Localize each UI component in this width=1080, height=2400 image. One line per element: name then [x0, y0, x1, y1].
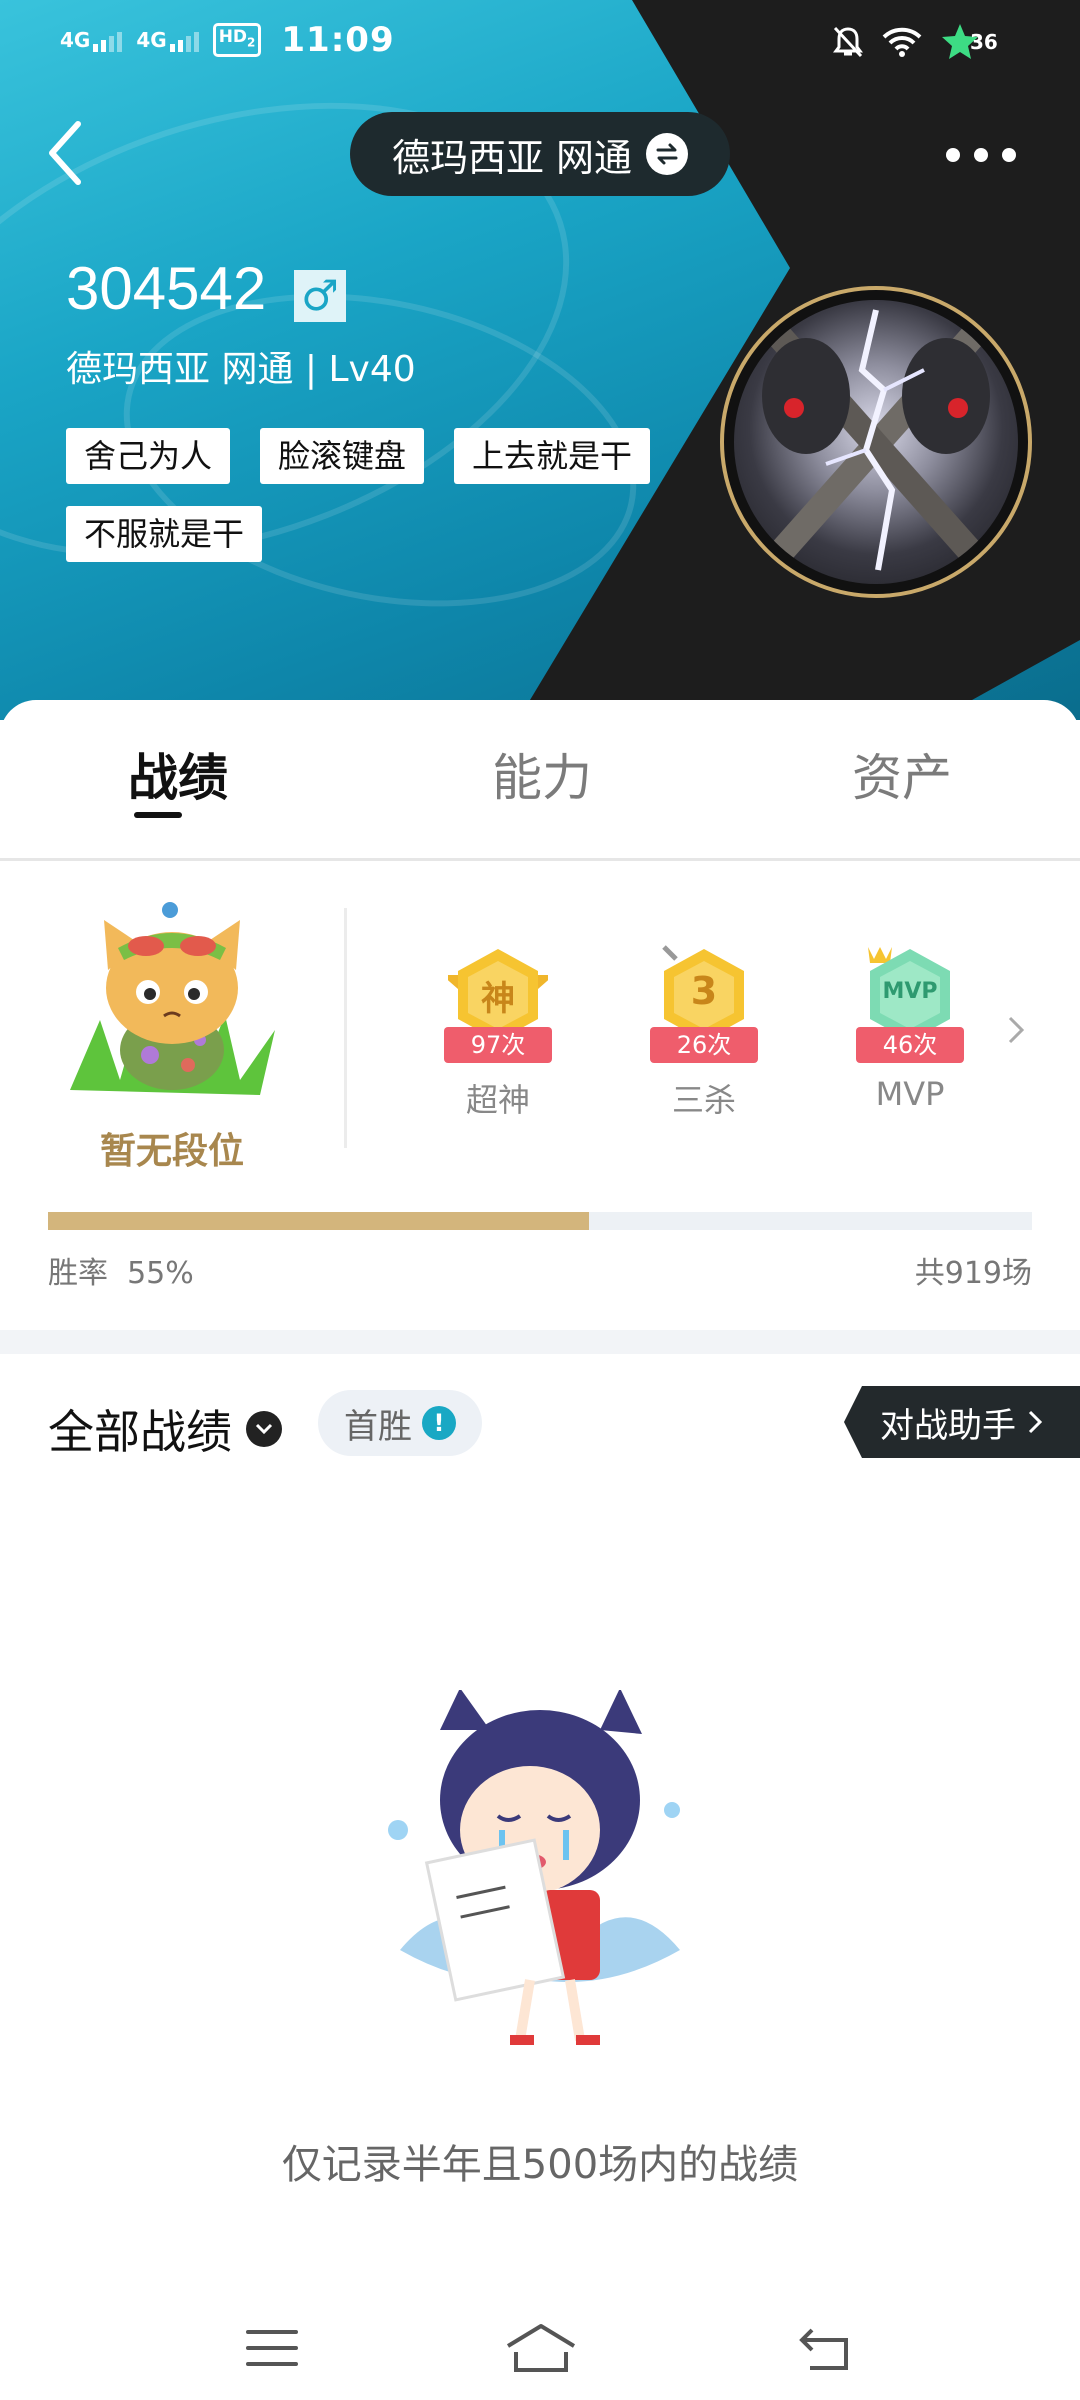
- empty-state-illustration: [380, 1688, 700, 2070]
- avatar[interactable]: [720, 286, 1032, 598]
- badge-label: 三杀: [671, 1081, 736, 1119]
- swap-icon: [646, 133, 689, 175]
- nav-menu-button[interactable]: [242, 2322, 302, 2374]
- badge-label: 超神: [465, 1081, 530, 1119]
- divider: [344, 908, 347, 1148]
- total-matches: 共919场: [914, 1256, 1032, 1291]
- tab-assets[interactable]: 资产: [852, 738, 952, 810]
- chevron-left-icon: [49, 121, 81, 185]
- win-rate-fill: [48, 1212, 590, 1230]
- player-tags: 舍己为人 脸滚键盘 上去就是干 不服就是干: [66, 428, 666, 562]
- win-rate-bar: [48, 1212, 1032, 1230]
- badge-count: 97次: [444, 1027, 552, 1063]
- player-tag: 不服就是干: [66, 506, 263, 562]
- server-name: 德玛西亚 网通: [391, 135, 633, 180]
- signal-1: 4G: [60, 28, 123, 52]
- content-panel: 战绩 能力 资产 暂无段位 神 97次 超神 3 26次 三杀 MVP 46次 …: [0, 700, 1080, 2400]
- badge-count: 26次: [650, 1027, 758, 1063]
- player-id: 304542: [66, 255, 267, 322]
- empty-state-text: 仅记录半年且500场内的战绩: [281, 2142, 799, 2188]
- home-icon: [506, 2324, 576, 2372]
- more-dots-icon: [946, 148, 960, 162]
- player-tag: 舍己为人: [66, 428, 231, 484]
- tab-active-indicator: [134, 812, 182, 818]
- badge-count: 46次: [856, 1027, 964, 1063]
- info-icon: !: [422, 1406, 456, 1440]
- more-options-button[interactable]: [946, 140, 1016, 170]
- rank-label: 暂无段位: [100, 1131, 245, 1172]
- server-switch-button[interactable]: 德玛西亚 网通: [350, 112, 730, 196]
- player-tag: 上去就是干: [454, 428, 651, 484]
- chevron-right-icon: [1028, 1410, 1043, 1434]
- records-filter-row: 全部战绩 首胜 ! 对战助手: [0, 1380, 1080, 1490]
- badge-mvp[interactable]: MVP 46次 MVP: [840, 945, 980, 1113]
- nav-home-button[interactable]: [504, 2322, 578, 2374]
- nav-back-button[interactable]: [796, 2322, 856, 2374]
- profile-hero: 4G 4G HD2 11:09 36 德玛西亚 网通 304542 ♂ 德玛西亚…: [0, 0, 1080, 720]
- back-button[interactable]: [40, 118, 100, 188]
- battle-assistant-button[interactable]: 对战助手: [844, 1386, 1080, 1458]
- tab-ability[interactable]: 能力: [492, 738, 592, 810]
- back-icon: [799, 2328, 848, 2370]
- tab-records[interactable]: 战绩: [128, 738, 228, 810]
- badge-legendary[interactable]: 神 97次 超神: [428, 945, 568, 1121]
- male-icon: ♂: [294, 270, 346, 322]
- player-tag: 脸滚键盘: [260, 428, 425, 484]
- chevron-down-icon: [246, 1411, 282, 1447]
- badge-label: MVP: [875, 1075, 945, 1113]
- chevron-right-icon: [1008, 1016, 1025, 1044]
- system-nav-bar: [0, 2296, 1080, 2400]
- divider: [0, 858, 1080, 861]
- mute-icon: [833, 26, 863, 58]
- first-win-button[interactable]: 首胜 !: [318, 1390, 482, 1456]
- clock: 11:09: [281, 20, 395, 60]
- badges-more-button[interactable]: [1004, 1012, 1028, 1052]
- avatar-image: [734, 300, 1018, 584]
- badge-triple-kill[interactable]: 3 26次 三杀: [634, 945, 774, 1121]
- tab-bar: 战绩 能力 资产: [0, 700, 1080, 861]
- wifi-icon: [882, 27, 922, 57]
- records-filter-dropdown[interactable]: 全部战绩: [48, 1396, 282, 1462]
- signal-2: 4G: [136, 28, 199, 52]
- section-separator: [0, 1330, 1080, 1354]
- win-rate-text: 胜率 55%: [48, 1256, 194, 1291]
- hd-voice-icon: HD2: [212, 23, 262, 57]
- menu-icon: [246, 2330, 298, 2366]
- status-bar: 4G 4G HD2 11:09 36: [0, 0, 1080, 84]
- player-subtitle: 德玛西亚 网通 | Lv40: [66, 349, 416, 390]
- battery-leaf-icon: 36: [940, 22, 1000, 62]
